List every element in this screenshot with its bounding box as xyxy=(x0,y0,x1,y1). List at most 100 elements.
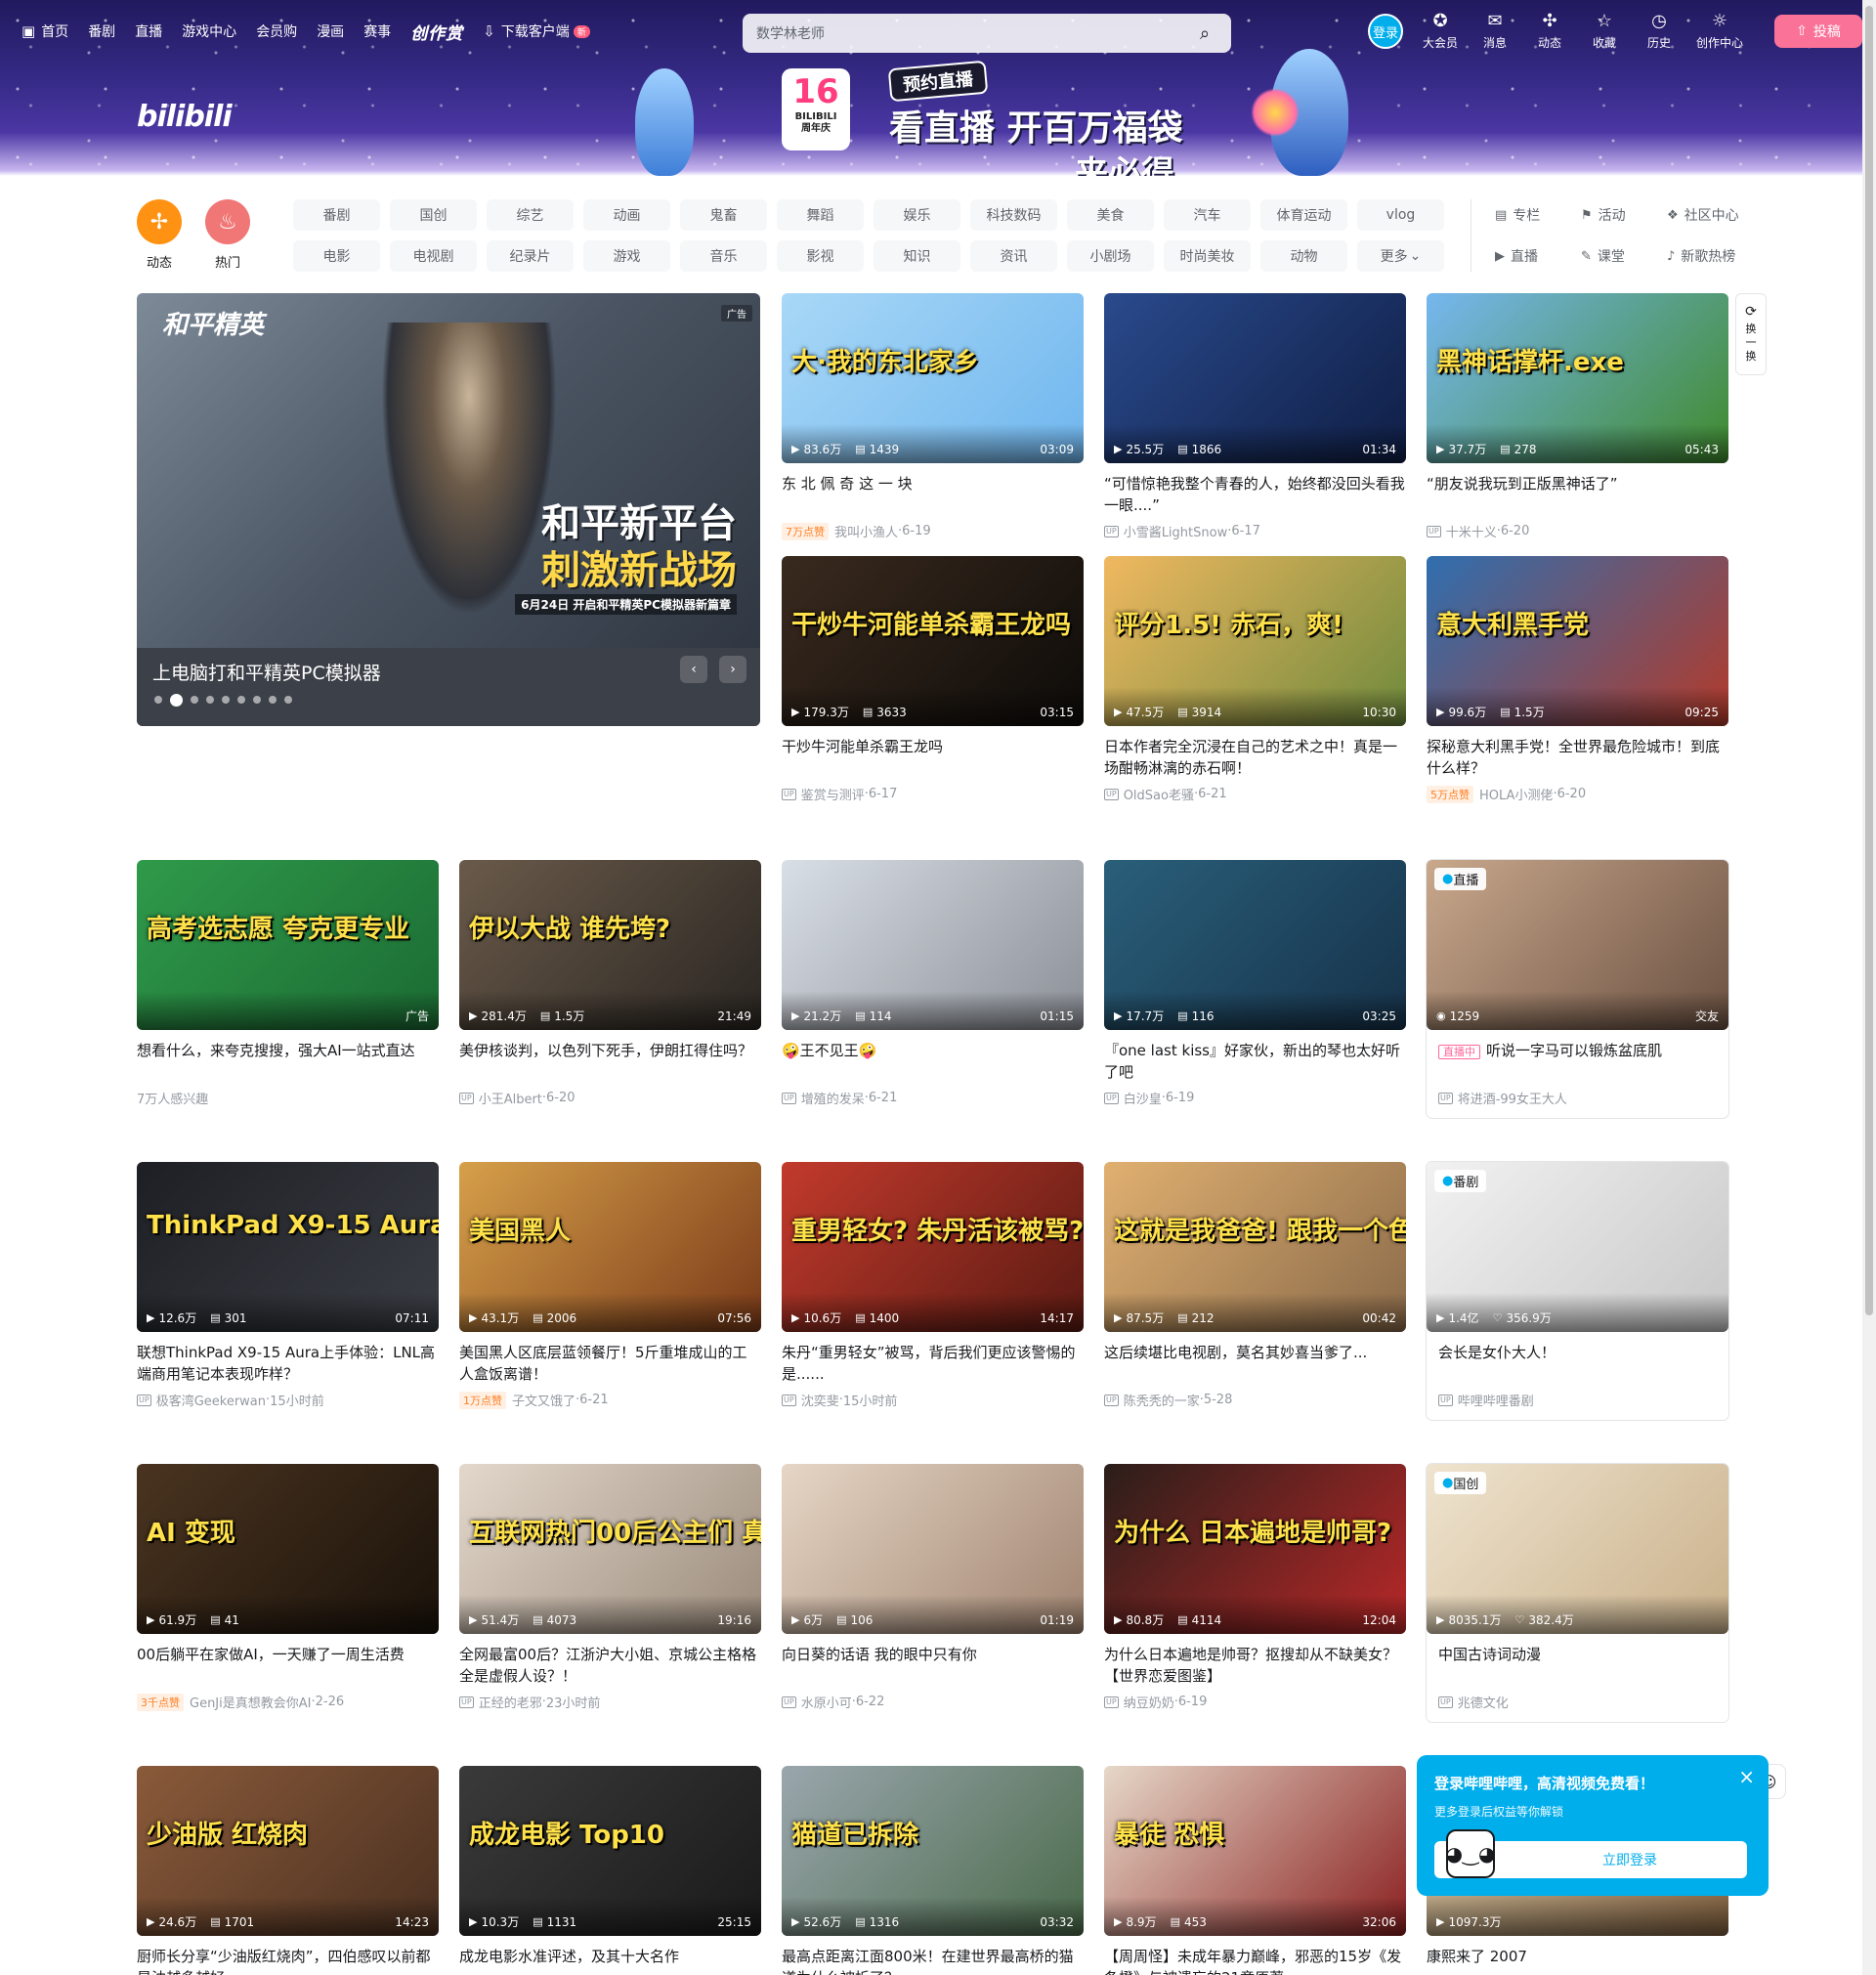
carousel-prev-button[interactable]: ‹ xyxy=(680,656,707,683)
channel-item[interactable]: 汽车 xyxy=(1164,199,1251,231)
video-title[interactable]: 想看什么，来夸克搜搜，强大AI一站式直达 xyxy=(137,1040,439,1083)
channel-item[interactable]: 游戏 xyxy=(583,240,670,272)
video-cover[interactable]: 少油版 红烧肉 ▶ 24.6万 ▤ 1701 14:23 xyxy=(137,1766,439,1936)
video-card[interactable]: 干炒牛河能单杀霸王龙吗 ▶ 179.3万 ▤ 3633 03:15 干炒牛河能单杀霸王龙吗 U… xyxy=(782,556,1084,803)
nav-manga[interactable]: 漫画 xyxy=(317,21,344,41)
login-popup[interactable]: 登录哔哩哔哩，高清视频免费看！ 更多登录后权益等你解锁 立即登录 ◕‿◕ × xyxy=(1417,1755,1769,1896)
uploader-name[interactable]: GenJi是真想教会你AI xyxy=(190,1693,311,1711)
uploader-name[interactable]: 鉴赏与测评 xyxy=(801,785,865,803)
side-link[interactable]: ▶ 直播 xyxy=(1495,240,1581,272)
uploader-name[interactable]: 陈秃秃的一家 xyxy=(1124,1391,1200,1409)
video-title[interactable]: 美国黑人区底层蓝领餐厅！5斤重堆成山的工人盒饭离谱！ xyxy=(459,1342,761,1385)
video-card[interactable]: 黑神话撑杆.exe ▶ 37.7万 ▤ 278 05:43 “朋友说我玩到正版黑神话了” UP… xyxy=(1427,293,1728,540)
search-input[interactable]: 数学林老师 xyxy=(756,23,1192,43)
nav-messages[interactable]: ✉ 消息 xyxy=(1475,12,1514,51)
close-icon[interactable]: × xyxy=(1738,1765,1755,1788)
uploader-name[interactable]: 正经的老邪 xyxy=(479,1693,542,1711)
video-cover[interactable]: ▶ 6万 ▤ 106 01:19 xyxy=(782,1464,1084,1634)
video-cover[interactable]: 互联网热门00后公主们 真实身份令人发笑 ▶51.4万 ▤4073 19:16 xyxy=(459,1464,761,1634)
video-cover[interactable]: 成龙电影 Top10 ▶ 10.3万 ▤ 1131 25:15 xyxy=(459,1766,761,1936)
video-cover[interactable]: 重男轻女? 朱丹活该被骂? ▶ 10.6万 ▤ 1400 14:17 xyxy=(782,1162,1084,1332)
video-cover[interactable]: ● 番剧 ▶ 1.4亿 ♡ 356.9万 xyxy=(1427,1162,1728,1332)
uploader-name[interactable]: 7万人感兴趣 xyxy=(137,1089,208,1107)
video-card[interactable]: 猫道已拆除 ▶ 52.6万 ▤ 1316 03:32 最高点距离江面800米！在建世界最高桥… xyxy=(782,1766,1084,1975)
nav-live[interactable]: 直播 xyxy=(135,21,162,41)
nav-game-center[interactable]: 游戏中心 xyxy=(182,21,236,41)
nav-esports[interactable]: 赛事 xyxy=(363,21,391,41)
search-bar[interactable]: 数学林老师 ⌕ xyxy=(743,14,1231,53)
nav-history[interactable]: ◷ 历史 xyxy=(1640,12,1679,51)
channel-item[interactable]: 电视剧 xyxy=(390,240,477,272)
channel-item[interactable]: 小剧场 xyxy=(1067,240,1154,272)
nav-download-client[interactable]: ⇩ 下载客户端新 xyxy=(483,21,590,41)
side-link[interactable]: ♪ 新歌热榜 xyxy=(1667,240,1753,272)
video-title[interactable]: 全网最富00后？江浙沪大小姐、京城公主格格全是虚假人设？！ xyxy=(459,1644,761,1687)
carousel-dot[interactable] xyxy=(253,696,261,704)
uploader-name[interactable]: 子文又饿了 xyxy=(512,1391,576,1409)
video-card[interactable]: ● 直播 ◉ 1259 交友 直播中 听说一字马可以锻炼盆底肌 UP 将进酒-99女王大人 xyxy=(1427,860,1728,1118)
video-title[interactable]: 联想ThinkPad X9-15 Aura上手体验：LNL高端商用笔记本表现咋样… xyxy=(137,1342,439,1385)
video-cover[interactable]: 大·我的东北家乡 ▶ 83.6万 ▤ 1439 03:09 xyxy=(782,293,1084,463)
video-card[interactable]: 伊以大战 谁先垮? ▶ 281.4万 ▤ 1.5万 21:49 美伊核谈判，以色列下死手，伊… xyxy=(459,860,761,1107)
video-title[interactable]: 成龙电影水准评述，及其十大名作 xyxy=(459,1946,761,1975)
nav-vip[interactable]: ✪ 大会员 xyxy=(1421,12,1460,51)
carousel-dot-active[interactable] xyxy=(170,694,183,707)
video-cover[interactable]: 伊以大战 谁先垮? ▶ 281.4万 ▤ 1.5万 21:49 xyxy=(459,860,761,1030)
channel-item[interactable]: 动画 xyxy=(583,199,670,231)
nav-creator-center[interactable]: ☼ 创作中心 xyxy=(1694,12,1745,51)
nav-creative-reward[interactable]: 创作赏 xyxy=(410,20,463,44)
carousel-caption[interactable]: 上电脑打和平精英PC模拟器 xyxy=(152,659,381,685)
video-title[interactable]: 向日葵的话语 我的眼中只有你 xyxy=(782,1644,1084,1687)
video-cover[interactable]: 猫道已拆除 ▶ 52.6万 ▤ 1316 03:32 xyxy=(782,1766,1084,1936)
carousel-dot[interactable] xyxy=(237,696,245,704)
video-title[interactable]: 日本作者完全沉浸在自己的艺术之中！真是一场酣畅淋漓的赤石啊！ xyxy=(1104,736,1406,779)
uploader-name[interactable]: 兆德文化 xyxy=(1458,1693,1509,1711)
video-card[interactable]: ▶ 17.7万 ▤ 116 03:25 『one last kiss』好家伙，新出的琴也太… xyxy=(1104,860,1406,1107)
uploader-name[interactable]: 纳豆奶奶 xyxy=(1124,1693,1174,1711)
video-cover[interactable]: 暴徒 恐惧 ▶ 8.9万 ▤ 453 32:06 xyxy=(1104,1766,1406,1936)
uploader-name[interactable]: 水原小可 xyxy=(801,1693,852,1711)
channel-item[interactable]: 综艺 xyxy=(487,199,574,231)
video-title[interactable]: 🤪王不见王🤪 xyxy=(782,1040,1084,1083)
video-card[interactable]: 为什么 日本遍地是帅哥? ▶ 80.8万 ▤ 4114 12:04 为什么日本遍地是帅哥？抠… xyxy=(1104,1464,1406,1711)
video-card[interactable]: 评分1.5! 赤石，爽! ▶ 47.5万 ▤ 3914 10:30 日本作者完全沉浸在自己的… xyxy=(1104,556,1406,803)
channel-item[interactable]: 体育运动 xyxy=(1260,199,1347,231)
video-title[interactable]: 探秘意大利黑手党！全世界最危险城市！到底什么样？ xyxy=(1427,736,1728,779)
uploader-name[interactable]: 极客湾Geekerwan xyxy=(156,1391,266,1409)
video-title[interactable]: “朋友说我玩到正版黑神话了” xyxy=(1427,473,1728,516)
video-title[interactable]: 最高点距离江面800米！在建世界最高桥的猫道为什么被拆了？ xyxy=(782,1946,1084,1975)
video-cover[interactable]: ▶ 21.2万 ▤ 114 01:15 xyxy=(782,860,1084,1030)
channel-item[interactable]: 美食 xyxy=(1067,199,1154,231)
video-card[interactable]: 意大利黑手党 ▶ 99.6万 ▤ 1.5万 09:25 探秘意大利黑手党！全世界最危险城市！… xyxy=(1427,556,1728,803)
video-cover[interactable]: ▶ 25.5万 ▤ 1866 01:34 xyxy=(1104,293,1406,463)
uploader-name[interactable]: 白沙皇 xyxy=(1124,1089,1162,1107)
carousel-dot[interactable] xyxy=(222,696,230,704)
video-card[interactable]: ● 国创 ▶ 8035.1万 ♡ 382.4万 中国古诗词动漫 UP 兆德文化 xyxy=(1427,1464,1728,1722)
video-card[interactable]: 成龙电影 Top10 ▶ 10.3万 ▤ 1131 25:15 成龙电影水准评述，及其十大名… xyxy=(459,1766,761,1975)
channel-item[interactable]: vlog xyxy=(1357,199,1444,231)
video-card[interactable]: ▶ 25.5万 ▤ 1866 01:34 “可惜惊艳我整个青春的人，始终都没回头看我一眼.… xyxy=(1104,293,1406,540)
nav-bangumi[interactable]: 番剧 xyxy=(88,21,115,41)
video-cover[interactable]: 美国黑人 ▶ 43.1万 ▤ 2006 07:56 xyxy=(459,1162,761,1332)
video-card[interactable]: 大·我的东北家乡 ▶ 83.6万 ▤ 1439 03:09 东 北 佩 奇 这 一 块 7万点… xyxy=(782,293,1084,540)
video-cover[interactable]: 黑神话撑杆.exe ▶ 37.7万 ▤ 278 05:43 xyxy=(1427,293,1728,463)
channel-item[interactable]: 更多 ⌄ xyxy=(1357,240,1444,272)
search-icon[interactable]: ⌕ xyxy=(1192,21,1217,46)
video-cover[interactable]: AI 变现 ▶ 61.9万 ▤ 41 xyxy=(137,1464,439,1634)
carousel-dot[interactable] xyxy=(284,696,292,704)
video-cover[interactable]: 意大利黑手党 ▶ 99.6万 ▤ 1.5万 09:25 xyxy=(1427,556,1728,726)
video-card[interactable]: ThinkPad X9-15 Aura ▶ 12.6万 ▤ 301 07:11 联想Thin… xyxy=(137,1162,439,1409)
side-link[interactable]: ▤ 专栏 xyxy=(1495,199,1581,231)
side-link[interactable]: ⚑ 活动 xyxy=(1581,199,1667,231)
video-title[interactable]: “可惜惊艳我整个青春的人，始终都没回头看我一眼....” xyxy=(1104,473,1406,516)
video-cover[interactable]: 干炒牛河能单杀霸王龙吗 ▶ 179.3万 ▤ 3633 03:15 xyxy=(782,556,1084,726)
uploader-name[interactable]: OldSao老骚 xyxy=(1124,785,1194,803)
nav-mall[interactable]: 会员购 xyxy=(256,21,297,41)
video-title[interactable]: 这后续堪比电视剧，莫名其妙喜当爹了... xyxy=(1104,1342,1406,1385)
video-cover[interactable]: ThinkPad X9-15 Aura ▶ 12.6万 ▤ 301 07:11 xyxy=(137,1162,439,1332)
video-cover[interactable]: ● 直播 ◉ 1259 交友 xyxy=(1427,860,1728,1030)
video-title[interactable]: 会长是女仆大人！ xyxy=(1427,1342,1728,1385)
nav-favorites[interactable]: ☆ 收藏 xyxy=(1585,12,1624,51)
channel-item[interactable]: 知识 xyxy=(874,240,960,272)
uploader-name[interactable]: 我叫小渔人 xyxy=(834,522,898,540)
